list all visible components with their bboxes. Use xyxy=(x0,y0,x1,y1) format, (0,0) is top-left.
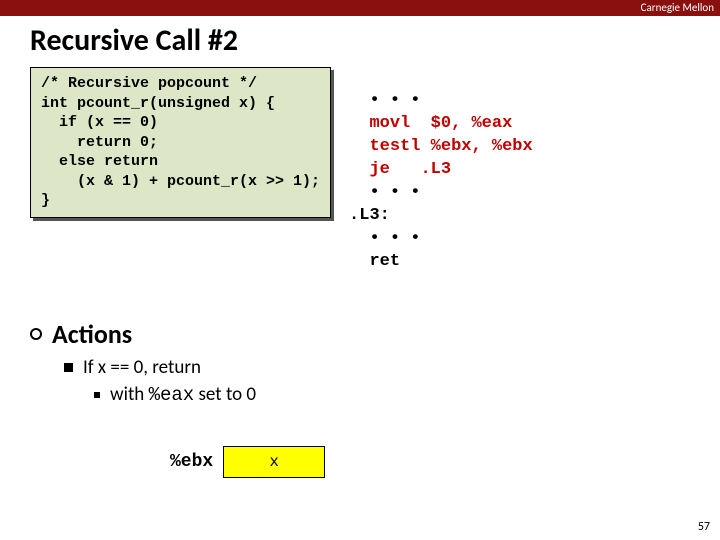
asm-je: je .L3 xyxy=(349,160,451,179)
register-box: x xyxy=(223,446,325,478)
asm-ellipsis-3: • • • xyxy=(349,229,420,248)
asm-label-l3: .L3: xyxy=(349,206,390,225)
asm-ellipsis-2: • • • xyxy=(349,183,420,202)
square-bullet-icon xyxy=(64,363,73,372)
square-bullet-small-icon xyxy=(94,392,100,398)
asm-ret: ret xyxy=(349,252,400,271)
bullet-if-zero: If x == 0, return xyxy=(83,356,201,379)
asm-ellipsis: • • • xyxy=(349,91,420,110)
brand-text: Carnegie Mellon xyxy=(641,1,714,14)
assembly-listing: • • • movl $0, %eax testl %ebx, %ebx je … xyxy=(349,67,533,296)
slide-title: Recursive Call #2 xyxy=(30,22,720,59)
subbullet-post: set to 0 xyxy=(194,383,256,406)
subbullet-pre: with xyxy=(110,383,149,406)
register-diagram: %ebx x xyxy=(170,446,720,478)
actions-section: Actions If x == 0, return with %eax set … xyxy=(30,318,720,406)
content-columns: /* Recursive popcount */ int pcount_r(un… xyxy=(0,67,720,296)
subbullet-reg: %eax xyxy=(149,384,195,406)
actions-heading: Actions xyxy=(52,318,132,350)
register-label: %ebx xyxy=(170,452,213,472)
page-number: 57 xyxy=(698,520,710,534)
asm-movl: movl $0, %eax xyxy=(349,114,512,133)
ring-bullet-icon xyxy=(30,328,42,340)
c-code-box: /* Recursive popcount */ int pcount_r(un… xyxy=(30,67,331,218)
asm-testl: testl %ebx, %ebx xyxy=(349,137,533,156)
subbullet-eax: with %eax set to 0 xyxy=(110,383,256,406)
brand-bar: Carnegie Mellon xyxy=(0,0,720,16)
